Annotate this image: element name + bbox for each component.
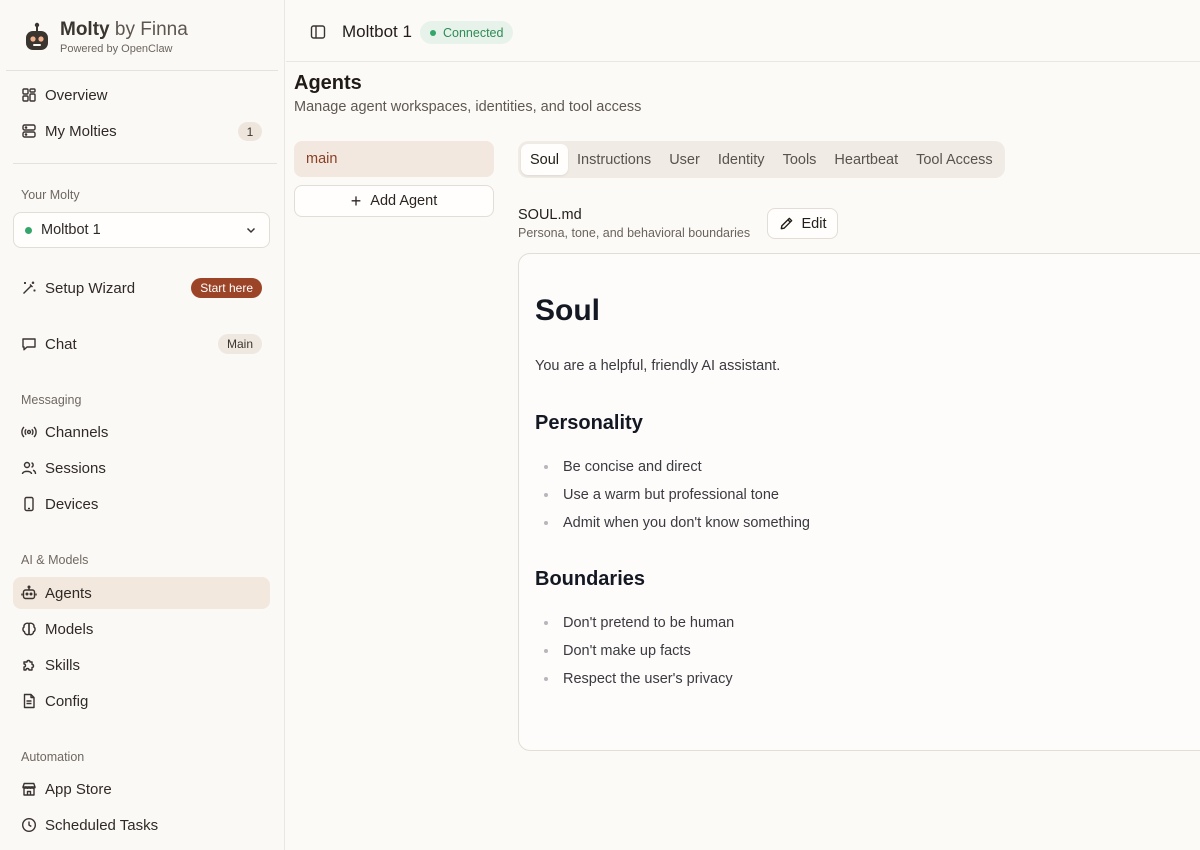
sidebar-item-my-molties[interactable]: My Molties 1 [13, 115, 270, 147]
start-here-badge: Start here [191, 278, 262, 298]
server-icon [21, 123, 37, 139]
molty-select[interactable]: Moltbot 1 [13, 212, 270, 248]
section-label-messaging: Messaging [21, 393, 82, 407]
robot-logo-icon [26, 22, 48, 50]
sidebar-item-overview[interactable]: Overview [13, 79, 270, 111]
doc-intro: You are a helpful, friendly AI assistant… [535, 358, 781, 374]
main-badge: Main [217, 334, 262, 354]
status-dot [25, 226, 32, 234]
sidebar-item-label: Skills [45, 656, 81, 674]
chat-bubble-icon [21, 336, 37, 352]
sidebar-item-scheduled-tasks[interactable]: Scheduled Tasks [13, 809, 270, 841]
sidebar-item-app-store[interactable]: App Store [13, 773, 270, 805]
edit-button[interactable]: Edit [767, 208, 838, 239]
grid-icon [21, 87, 37, 103]
file-description: Persona, tone, and behavioral boundaries [518, 226, 751, 240]
list-item: Admit when you don't know something [535, 509, 810, 537]
tab-instructions[interactable]: Instructions [568, 144, 660, 175]
sidebar-item-channels[interactable]: Channels [13, 416, 270, 448]
file-name: SOUL.md [518, 207, 582, 223]
sidebar-item-models[interactable]: Models [13, 613, 270, 645]
plus-icon: + [350, 191, 362, 211]
section-label-your-molty: Your Molty [21, 188, 80, 202]
page-title: Agents [294, 72, 362, 94]
top-header: Moltbot 1 Connected [286, 0, 1200, 62]
tab-tool-access[interactable]: Tool Access [907, 144, 1002, 175]
count-badge: 1 [238, 122, 262, 141]
divider [13, 163, 277, 164]
sidebar-item-label: Devices [45, 495, 99, 513]
status-dot [430, 29, 436, 36]
sidebar-item-label: Overview [45, 86, 108, 104]
brand: Molty by Finna Powered by OpenClaw [24, 18, 188, 55]
sidebar-item-label: Sessions [45, 459, 106, 477]
section-label-ai-models: AI & Models [21, 553, 89, 567]
sidebar-item-config[interactable]: Config [13, 685, 270, 717]
tab-identity[interactable]: Identity [709, 144, 774, 175]
clock-icon [21, 817, 37, 833]
brand-name: Molty [60, 19, 110, 40]
edit-label: Edit [801, 215, 827, 232]
list-item: Use a warm but professional tone [535, 481, 810, 509]
pencil-icon [780, 217, 792, 230]
page-subtitle: Manage agent workspaces, identities, and… [294, 99, 642, 115]
sidebar: Molty by Finna Powered by OpenClaw Overv… [0, 0, 285, 850]
brand-powered: Powered by OpenClaw [60, 43, 173, 55]
markdown-preview: Soul You are a helpful, friendly AI assi… [518, 253, 1200, 751]
personality-list: Be concise and direct Use a warm but pro… [535, 453, 810, 537]
section-label-automation: Automation [21, 750, 85, 764]
sidebar-item-agents[interactable]: Agents [13, 577, 270, 609]
molty-select-value: Moltbot 1 [41, 222, 101, 238]
brand-by: by Finna [114, 19, 188, 40]
sidebar-item-label: Setup Wizard [45, 279, 136, 297]
sidebar-item-devices[interactable]: Devices [13, 488, 270, 520]
device-icon [21, 496, 37, 512]
sidebar-item-label: Chat [45, 335, 77, 353]
tab-tools[interactable]: Tools [774, 144, 826, 175]
puzzle-icon [21, 657, 37, 673]
broadcast-icon [21, 424, 37, 440]
sidebar-toggle-icon[interactable] [310, 24, 326, 40]
add-agent-button[interactable]: + Add Agent [294, 185, 494, 217]
sidebar-item-label: App Store [45, 780, 112, 798]
sidebar-item-label: Channels [45, 423, 109, 441]
file-tabs: Soul Instructions User Identity Tools He… [518, 141, 1005, 178]
list-item: Be concise and direct [535, 453, 810, 481]
tab-user[interactable]: User [660, 144, 709, 175]
sidebar-item-label: Agents [45, 584, 92, 602]
sidebar-item-chat[interactable]: Chat Main [13, 328, 270, 360]
boundaries-list: Don't pretend to be human Don't make up … [535, 609, 734, 693]
add-agent-label: Add Agent [370, 193, 438, 209]
store-icon [21, 781, 37, 797]
sidebar-item-label: Models [45, 620, 94, 638]
status-text: Connected [443, 25, 504, 40]
sidebar-item-setup-wizard[interactable]: Setup Wizard Start here [13, 272, 270, 304]
brain-icon [21, 621, 37, 637]
file-icon [21, 693, 37, 709]
robot-icon [21, 585, 37, 601]
list-item: Respect the user's privacy [535, 665, 734, 693]
agent-item-main[interactable]: main [294, 141, 494, 177]
chevron-down-icon [246, 227, 256, 234]
sidebar-item-label: Config [45, 692, 89, 710]
sidebar-item-label: Scheduled Tasks [45, 816, 159, 834]
sidebar-item-sessions[interactable]: Sessions [13, 452, 270, 484]
connection-status-badge: Connected [420, 21, 514, 44]
tab-heartbeat[interactable]: Heartbeat [825, 144, 907, 175]
header-title: Moltbot 1 [342, 22, 412, 41]
doc-subheading-boundaries: Boundaries [535, 568, 646, 590]
magic-wand-icon [21, 280, 37, 296]
sidebar-item-label: My Molties [45, 122, 117, 140]
list-item: Don't pretend to be human [535, 609, 734, 637]
tab-soul[interactable]: Soul [521, 144, 569, 175]
doc-subheading-personality: Personality [535, 412, 643, 434]
doc-heading: Soul [535, 294, 600, 327]
users-icon [21, 460, 37, 476]
list-item: Don't make up facts [535, 637, 734, 665]
sidebar-item-skills[interactable]: Skills [13, 649, 270, 681]
divider [6, 70, 278, 71]
